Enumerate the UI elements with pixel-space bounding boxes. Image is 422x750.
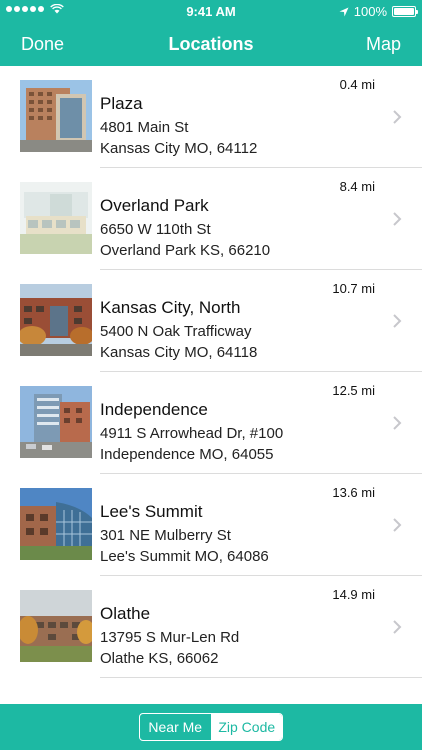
row-divider [100, 677, 422, 678]
location-street: 4911 S Arrowhead Dr, #100 [100, 425, 284, 442]
location-name: Olathe [100, 604, 151, 623]
location-row[interactable]: Kansas City, North 5400 N Oak Trafficway… [0, 270, 422, 372]
location-distance: 14.9 mi [332, 587, 375, 602]
location-street: 301 NE Mulberry St [100, 527, 231, 544]
battery-icon [392, 6, 418, 17]
chevron-right-icon [393, 518, 402, 532]
location-distance: 0.4 mi [339, 77, 375, 92]
chevron-right-icon [393, 212, 402, 226]
location-name: Plaza [100, 94, 143, 113]
chevron-right-icon [393, 110, 402, 124]
location-street: 4801 Main St [100, 119, 189, 136]
location-distance: 8.4 mi [339, 179, 375, 194]
location-name: Independence [100, 400, 208, 419]
location-street: 5400 N Oak Trafficway [100, 323, 252, 340]
bottom-toolbar: Near Me Zip Code [0, 704, 422, 750]
location-city: Olathe KS, 66062 [100, 650, 219, 667]
location-distance: 13.6 mi [332, 485, 375, 500]
search-mode-segmented-control: Near Me Zip Code [139, 713, 283, 741]
location-row[interactable]: Lee's Summit 301 NE Mulberry St Lee's Su… [0, 474, 422, 576]
location-photo [20, 590, 92, 662]
near-me-segment[interactable]: Near Me [140, 714, 212, 740]
location-street: 6650 W 110th St [100, 221, 211, 238]
location-row[interactable]: Overland Park 6650 W 110th St Overland P… [0, 168, 422, 270]
location-row[interactable]: Plaza 4801 Main St Kansas City MO, 64112… [0, 66, 422, 168]
location-photo [20, 386, 92, 458]
location-photo [20, 488, 92, 560]
locations-list: Plaza 4801 Main St Kansas City MO, 64112… [0, 66, 422, 678]
location-row[interactable]: Independence 4911 S Arrowhead Dr, #100 I… [0, 372, 422, 474]
location-distance: 10.7 mi [332, 281, 375, 296]
status-bar: 9:41 AM 100% [0, 0, 422, 22]
location-arrow-icon [339, 7, 349, 16]
location-row[interactable]: Olathe 13795 S Mur-Len Rd Olathe KS, 660… [0, 576, 422, 678]
page-title: Locations [168, 34, 254, 54]
chevron-right-icon [393, 314, 402, 328]
location-city: Overland Park KS, 66210 [100, 242, 271, 259]
location-city: Lee's Summit MO, 64086 [100, 548, 269, 565]
chevron-right-icon [393, 620, 402, 634]
location-photo [20, 80, 92, 152]
location-photo [20, 182, 92, 254]
location-photo [20, 284, 92, 356]
zip-code-segment[interactable]: Zip Code [211, 714, 282, 740]
location-city: Kansas City MO, 64118 [100, 344, 258, 361]
battery-percent: 100% [353, 4, 387, 19]
location-city: Independence MO, 64055 [100, 446, 274, 463]
chevron-right-icon [393, 416, 402, 430]
map-button[interactable]: Map [366, 34, 401, 55]
location-street: 13795 S Mur-Len Rd [100, 629, 240, 646]
header-bar: 9:41 AM 100% Done Locations Map [0, 0, 422, 66]
location-distance: 12.5 mi [332, 383, 375, 398]
location-city: Kansas City MO, 64112 [100, 140, 258, 157]
navigation-bar: Done Locations Map [0, 22, 422, 66]
location-name: Kansas City, North [100, 298, 241, 317]
location-name: Overland Park [100, 196, 209, 215]
location-name: Lee's Summit [100, 502, 203, 521]
